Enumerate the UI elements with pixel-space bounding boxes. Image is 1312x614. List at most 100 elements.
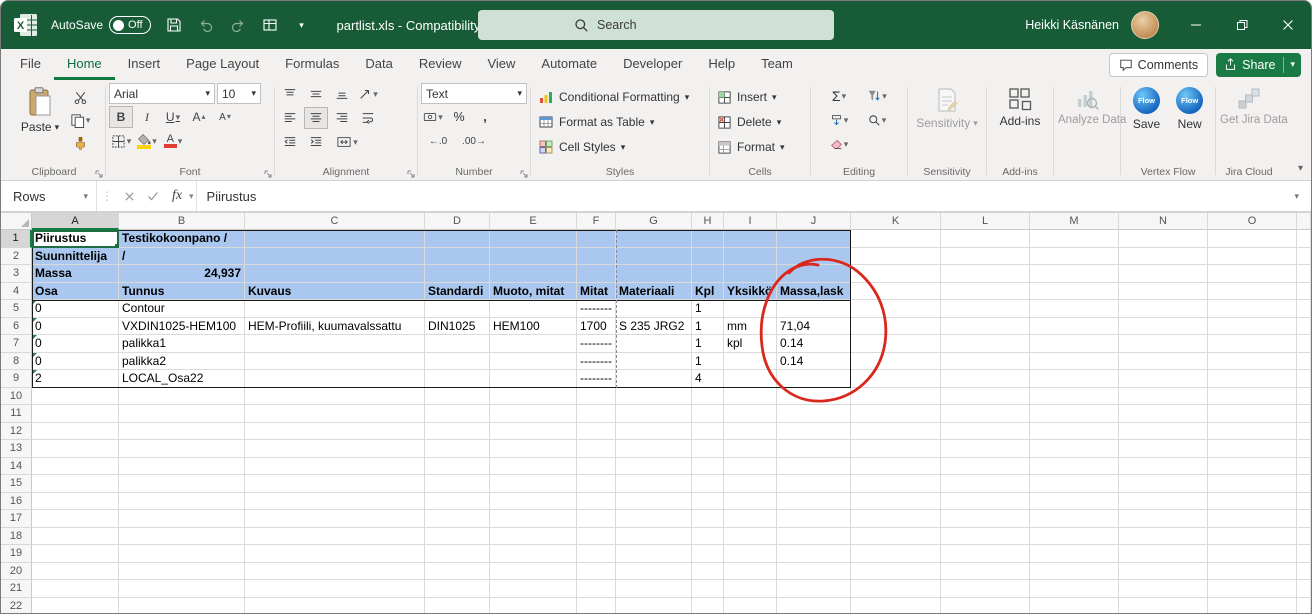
cell-L15[interactable] bbox=[941, 475, 1030, 493]
column-header-L[interactable]: L bbox=[941, 213, 1030, 230]
cell-E15[interactable] bbox=[490, 475, 577, 493]
ribbon-tab-data[interactable]: Data bbox=[352, 49, 405, 80]
select-all-button[interactable] bbox=[1, 213, 32, 230]
cell-G9[interactable] bbox=[616, 370, 692, 388]
cell-I15[interactable] bbox=[724, 475, 777, 493]
cell-M8[interactable] bbox=[1030, 353, 1119, 371]
cell-D11[interactable] bbox=[425, 405, 490, 423]
cell-L2[interactable] bbox=[941, 248, 1030, 266]
row-header-8[interactable]: 8 bbox=[1, 353, 32, 371]
cell-F5[interactable]: -------- bbox=[577, 300, 616, 318]
row-header-21[interactable]: 21 bbox=[1, 580, 32, 598]
font-dialog-launcher[interactable] bbox=[264, 170, 272, 178]
cell-N3[interactable] bbox=[1119, 265, 1208, 283]
row-header-11[interactable]: 11 bbox=[1, 405, 32, 423]
save-button[interactable] bbox=[161, 10, 187, 40]
row-header-15[interactable]: 15 bbox=[1, 475, 32, 493]
cell-L11[interactable] bbox=[941, 405, 1030, 423]
cell-D7[interactable] bbox=[425, 335, 490, 353]
cell-I13[interactable] bbox=[724, 440, 777, 458]
cell-K9[interactable] bbox=[851, 370, 941, 388]
undo-button[interactable] bbox=[193, 10, 219, 40]
cell-D9[interactable] bbox=[425, 370, 490, 388]
row-header-2[interactable]: 2 bbox=[1, 248, 32, 266]
cell-F6[interactable]: 1700 bbox=[577, 318, 616, 336]
cell-L6[interactable] bbox=[941, 318, 1030, 336]
cell-B21[interactable] bbox=[119, 580, 245, 598]
cell-F14[interactable] bbox=[577, 458, 616, 476]
align-bottom-button[interactable] bbox=[330, 83, 354, 105]
cell-O20[interactable] bbox=[1208, 563, 1297, 581]
ribbon-tab-developer[interactable]: Developer bbox=[610, 49, 695, 80]
cell-D13[interactable] bbox=[425, 440, 490, 458]
cell-L18[interactable] bbox=[941, 528, 1030, 546]
row-header-18[interactable]: 18 bbox=[1, 528, 32, 546]
format-as-table-button[interactable]: Format as Table ▾ bbox=[534, 110, 693, 134]
cell-J7[interactable]: 0.14 bbox=[777, 335, 851, 353]
row-header-7[interactable]: 7 bbox=[1, 335, 32, 353]
cell-B9[interactable]: LOCAL_Osa22 bbox=[119, 370, 245, 388]
column-header-O[interactable]: O bbox=[1208, 213, 1297, 230]
cell-K2[interactable] bbox=[851, 248, 941, 266]
name-box[interactable]: Rows ▾ bbox=[1, 181, 97, 211]
format-painter-button[interactable] bbox=[68, 132, 92, 154]
cell-F17[interactable] bbox=[577, 510, 616, 528]
column-header-H[interactable]: H bbox=[692, 213, 724, 230]
cell-L17[interactable] bbox=[941, 510, 1030, 528]
find-select-button[interactable]: ▾ bbox=[859, 109, 895, 131]
cell-B18[interactable] bbox=[119, 528, 245, 546]
cell-H15[interactable] bbox=[692, 475, 724, 493]
cell-A15[interactable] bbox=[32, 475, 119, 493]
cell-H5[interactable]: 1 bbox=[692, 300, 724, 318]
cell-J18[interactable] bbox=[777, 528, 851, 546]
cell-B13[interactable] bbox=[119, 440, 245, 458]
cell-A8[interactable]: 0 bbox=[32, 353, 119, 371]
cell-C6[interactable]: HEM-Profiili, kuumavalssattu bbox=[245, 318, 425, 336]
row-header-13[interactable]: 13 bbox=[1, 440, 32, 458]
share-dropdown[interactable]: ▾ bbox=[1283, 57, 1301, 73]
ribbon-tab-review[interactable]: Review bbox=[406, 49, 475, 80]
cell-F2[interactable] bbox=[577, 248, 616, 266]
cell-J10[interactable] bbox=[777, 388, 851, 406]
cell-E7[interactable] bbox=[490, 335, 577, 353]
cell-H6[interactable]: 1 bbox=[692, 318, 724, 336]
cell-K19[interactable] bbox=[851, 545, 941, 563]
cell-C3[interactable] bbox=[245, 265, 425, 283]
italic-button[interactable]: I bbox=[135, 106, 159, 128]
cell-K11[interactable] bbox=[851, 405, 941, 423]
cell-N5[interactable] bbox=[1119, 300, 1208, 318]
cell-K6[interactable] bbox=[851, 318, 941, 336]
row-header-12[interactable]: 12 bbox=[1, 423, 32, 441]
column-header-N[interactable]: N bbox=[1119, 213, 1208, 230]
cell-J22[interactable] bbox=[777, 598, 851, 614]
cell-J15[interactable] bbox=[777, 475, 851, 493]
cell-O14[interactable] bbox=[1208, 458, 1297, 476]
cell-M13[interactable] bbox=[1030, 440, 1119, 458]
column-header-F[interactable]: F bbox=[577, 213, 616, 230]
cell-E12[interactable] bbox=[490, 423, 577, 441]
cell-J20[interactable] bbox=[777, 563, 851, 581]
close-button[interactable] bbox=[1265, 1, 1311, 49]
cell-G5[interactable] bbox=[616, 300, 692, 318]
cell-J11[interactable] bbox=[777, 405, 851, 423]
delete-cells-button[interactable]: Delete ▾ bbox=[713, 110, 789, 134]
cell-H10[interactable] bbox=[692, 388, 724, 406]
sort-filter-button[interactable]: ▾ bbox=[859, 85, 895, 107]
cell-I3[interactable] bbox=[724, 265, 777, 283]
cell-C15[interactable] bbox=[245, 475, 425, 493]
cell-E18[interactable] bbox=[490, 528, 577, 546]
cell-K16[interactable] bbox=[851, 493, 941, 511]
cell-I9[interactable] bbox=[724, 370, 777, 388]
cell-C14[interactable] bbox=[245, 458, 425, 476]
cell-F11[interactable] bbox=[577, 405, 616, 423]
cell-K13[interactable] bbox=[851, 440, 941, 458]
cell-G11[interactable] bbox=[616, 405, 692, 423]
cell-G21[interactable] bbox=[616, 580, 692, 598]
cell-J1[interactable] bbox=[777, 230, 851, 248]
cell-E8[interactable] bbox=[490, 353, 577, 371]
cell-A10[interactable] bbox=[32, 388, 119, 406]
cell-M3[interactable] bbox=[1030, 265, 1119, 283]
cell-A22[interactable] bbox=[32, 598, 119, 614]
cell-E3[interactable] bbox=[490, 265, 577, 283]
cell-M18[interactable] bbox=[1030, 528, 1119, 546]
